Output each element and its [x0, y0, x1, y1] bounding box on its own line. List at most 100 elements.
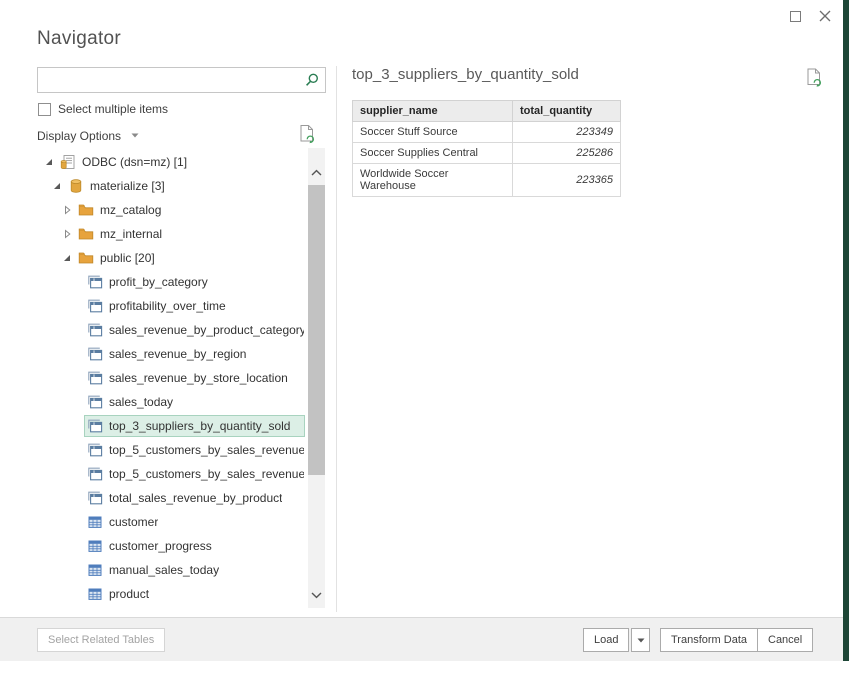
tree-item[interactable]: ODBC (dsn=mz) [1]	[37, 150, 305, 174]
folder-icon	[78, 226, 94, 242]
chevron-down-icon	[131, 127, 139, 141]
view-icon	[87, 394, 103, 410]
tree-item-body[interactable]: customer	[84, 511, 305, 533]
view-icon	[87, 418, 103, 434]
search-icon[interactable]	[304, 72, 320, 88]
tree-item-label: sales_revenue_by_store_location	[109, 371, 288, 385]
tree-item-label: profitability_over_time	[109, 299, 226, 313]
tree-item-body[interactable]: sales_revenue_by_product_category	[84, 319, 305, 341]
tree-item[interactable]: sales_revenue_by_store_location	[37, 366, 305, 390]
table-cell: Worldwide Soccer Warehouse	[353, 164, 513, 197]
scroll-down-icon[interactable]	[311, 586, 322, 594]
load-dropdown-button[interactable]	[631, 628, 650, 652]
expand-arrow-icon[interactable]	[59, 205, 75, 215]
view-icon	[87, 346, 103, 362]
tree-item-body[interactable]: customer_progress	[84, 535, 305, 557]
tree-item[interactable]: product	[37, 582, 305, 606]
expand-arrow-icon[interactable]	[59, 229, 75, 239]
dialog-footer: Select Related Tables Load Transform Dat…	[0, 617, 843, 661]
display-options-dropdown[interactable]: Display Options	[37, 127, 139, 143]
tree-item[interactable]: top_3_suppliers_by_quantity_sold	[37, 414, 305, 438]
database-icon	[68, 178, 84, 194]
view-icon	[87, 322, 103, 338]
tree-item-label: product	[109, 587, 149, 601]
table-cell: 223365	[513, 164, 621, 197]
preview-title: top_3_suppliers_by_quantity_sold	[352, 66, 579, 83]
tree-item-body[interactable]: product	[84, 583, 305, 605]
tree-item[interactable]: manual_sales_today	[37, 558, 305, 582]
tree-item[interactable]: sales_revenue_by_product_category	[37, 318, 305, 342]
view-icon	[87, 490, 103, 506]
refresh-tree-icon[interactable]	[299, 124, 316, 144]
transform-data-button[interactable]: Transform Data	[660, 628, 758, 652]
page-title: Navigator	[37, 28, 121, 50]
collapse-arrow-icon[interactable]	[49, 182, 65, 190]
tree-item-body[interactable]: top_3_suppliers_by_quantity_sold	[84, 415, 305, 437]
load-button[interactable]: Load	[583, 628, 629, 652]
tree-item[interactable]: profit_by_category	[37, 270, 305, 294]
tree-item-label: sales_revenue_by_product_category	[109, 323, 304, 337]
tree-item-label: customer_progress	[109, 539, 212, 553]
tree-item[interactable]: mz_catalog	[37, 198, 305, 222]
tree-item-label: mz_internal	[100, 227, 162, 241]
tree-item-body[interactable]: mz_internal	[75, 223, 305, 245]
close-icon[interactable]	[818, 9, 832, 23]
tree-item-body[interactable]: manual_sales_today	[84, 559, 305, 581]
preview-table-header-row: supplier_nametotal_quantity	[353, 101, 621, 122]
folder-icon	[78, 202, 94, 218]
tree-item-body[interactable]: sales_revenue_by_region	[84, 343, 305, 365]
scroll-up-icon[interactable]	[311, 164, 322, 172]
maximize-icon[interactable]	[790, 11, 801, 22]
cancel-button[interactable]: Cancel	[757, 628, 813, 652]
tree-item-body[interactable]: top_5_customers_by_sales_revenue	[84, 439, 305, 461]
tree-item[interactable]: sales_today	[37, 390, 305, 414]
tree-item-body[interactable]: sales_revenue_by_store_location	[84, 367, 305, 389]
tree-item[interactable]: customer	[37, 510, 305, 534]
window-edge-accent	[843, 0, 849, 661]
tree-item[interactable]: materialize [3]	[37, 174, 305, 198]
tree-item[interactable]: public [20]	[37, 246, 305, 270]
tree-item-body[interactable]: public [20]	[75, 247, 305, 269]
view-icon	[87, 442, 103, 458]
tree-item[interactable]: customer_progress	[37, 534, 305, 558]
tree-item[interactable]: sales_revenue_by_region	[37, 342, 305, 366]
tree-item-label: profit_by_category	[109, 275, 208, 289]
tree-item-body[interactable]: total_sales_revenue_by_product	[84, 487, 305, 509]
preview-table: supplier_nametotal_quantity Soccer Stuff…	[352, 100, 621, 197]
tree-item-body[interactable]: profit_by_category	[84, 271, 305, 293]
odbc-icon	[60, 154, 76, 170]
tree-item-body[interactable]: mz_catalog	[75, 199, 305, 221]
tree-item[interactable]: profitability_over_time	[37, 294, 305, 318]
select-related-tables-button[interactable]: Select Related Tables	[37, 628, 165, 652]
scrollbar-thumb[interactable]	[308, 185, 325, 475]
column-header: supplier_name	[353, 101, 513, 122]
select-multiple-items[interactable]: Select multiple items	[38, 102, 168, 116]
tree-item[interactable]: top_5_customers_by_sales_revenue	[37, 438, 305, 462]
search-input[interactable]	[38, 68, 298, 92]
table-icon	[87, 538, 103, 554]
display-options-label: Display Options	[37, 129, 121, 143]
collapse-arrow-icon[interactable]	[59, 254, 75, 262]
table-cell: Soccer Supplies Central	[353, 143, 513, 164]
tree-item-label: public [20]	[100, 251, 155, 265]
pane-divider	[336, 66, 337, 612]
tree-item-body[interactable]: top_5_customers_by_sales_revenue_tim...	[84, 463, 305, 485]
tree-item[interactable]: top_5_customers_by_sales_revenue_tim...	[37, 462, 305, 486]
tree-item-label: materialize [3]	[90, 179, 165, 193]
tree-item[interactable]: mz_internal	[37, 222, 305, 246]
tree-item[interactable]: total_sales_revenue_by_product	[37, 486, 305, 510]
tree-item-body[interactable]: materialize [3]	[65, 175, 305, 197]
tree-item-label: ODBC (dsn=mz) [1]	[82, 155, 187, 169]
tree-item-body[interactable]: sales_today	[84, 391, 305, 413]
search-box	[37, 67, 326, 93]
refresh-preview-icon[interactable]	[806, 67, 823, 88]
tree-item-label: customer	[109, 515, 158, 529]
checkbox-icon[interactable]	[38, 103, 51, 116]
collapse-arrow-icon[interactable]	[41, 158, 57, 166]
table-icon	[87, 514, 103, 530]
tree-scrollbar[interactable]	[308, 148, 325, 608]
view-icon	[87, 466, 103, 482]
tree-item-body[interactable]: profitability_over_time	[84, 295, 305, 317]
tree-item-body[interactable]: ODBC (dsn=mz) [1]	[57, 151, 305, 173]
column-header: total_quantity	[513, 101, 621, 122]
